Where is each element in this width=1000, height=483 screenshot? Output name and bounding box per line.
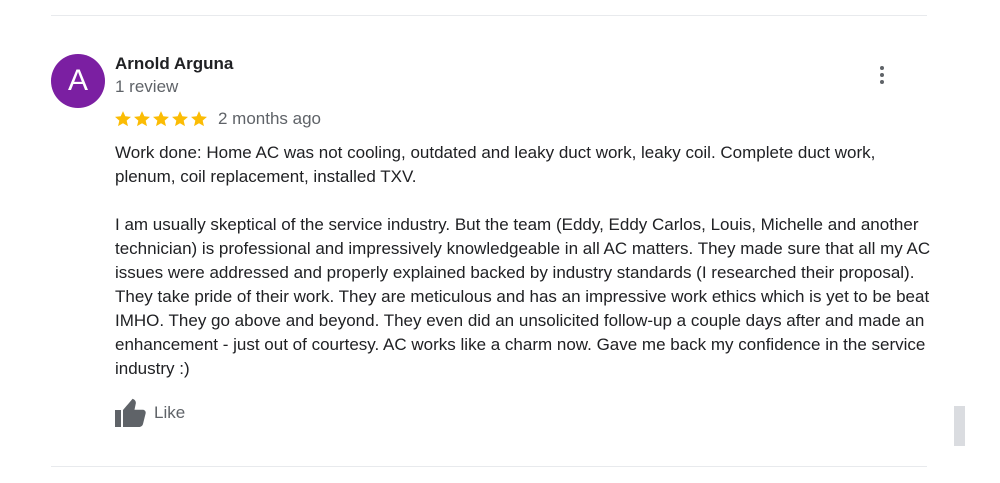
avatar[interactable]: A (51, 54, 105, 108)
star-icon (191, 111, 207, 127)
more-vert-icon-dot (880, 73, 884, 77)
star-rating (114, 110, 208, 128)
review-count: 1 review (115, 77, 179, 96)
star-icon (172, 111, 188, 127)
more-vert-icon-dot (880, 80, 884, 84)
rating-row: 2 months ago (114, 107, 321, 131)
like-button[interactable]: Like (114, 396, 185, 430)
more-vert-icon-dot (880, 66, 884, 70)
author-name[interactable]: Arnold Arguna (115, 54, 233, 74)
star-icon (153, 111, 169, 127)
thumb-up-icon (115, 398, 146, 427)
bottom-divider (51, 466, 927, 467)
review-paragraph: I am usually skeptical of the service in… (115, 215, 931, 378)
like-label: Like (154, 403, 186, 422)
review-paragraph: Work done: Home AC was not cooling, outd… (115, 143, 876, 186)
scrollbar-thumb[interactable] (954, 406, 965, 446)
more-options-button[interactable] (868, 62, 896, 90)
star-icon (134, 111, 150, 127)
review-text: Work done: Home AC was not cooling, outd… (115, 141, 935, 381)
top-divider (51, 15, 927, 16)
review-card: A Arnold Arguna 1 review 2 months ago Wo… (0, 0, 1000, 483)
star-icon (115, 111, 131, 127)
review-date: 2 months ago (218, 109, 322, 128)
